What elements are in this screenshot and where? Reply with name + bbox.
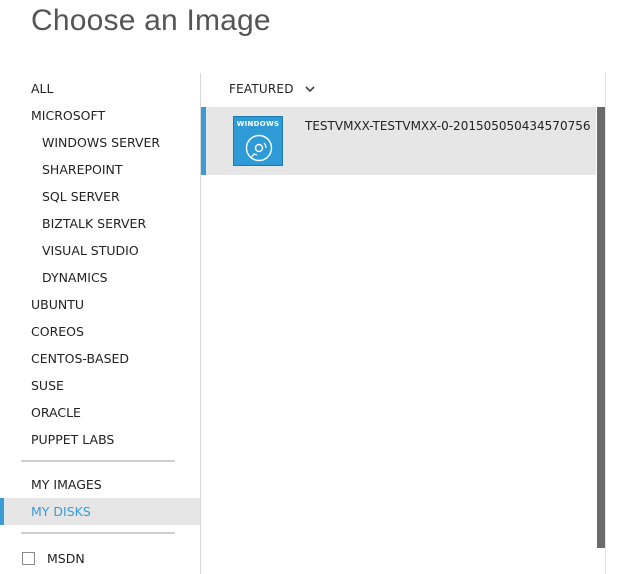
sidebar-divider <box>21 460 175 462</box>
sidebar-item-visual-studio[interactable]: VISUAL STUDIO <box>0 237 200 264</box>
sidebar-divider <box>21 532 175 534</box>
sidebar-item-ubuntu[interactable]: UBUNTU <box>0 291 200 318</box>
sidebar-item-biztalk-server[interactable]: BIZTALK SERVER <box>0 210 200 237</box>
scrollbar[interactable] <box>597 107 605 548</box>
page-title: Choose an Image <box>31 4 271 37</box>
sidebar-item-suse[interactable]: SUSE <box>0 372 200 399</box>
sidebar-item-my-disks[interactable]: MY DISKS <box>0 498 200 525</box>
sidebar-item-puppet-labs[interactable]: PUPPET LABS <box>0 426 200 453</box>
sidebar-item-sql-server[interactable]: SQL SERVER <box>0 183 200 210</box>
tile-label: WINDOWS <box>236 120 280 128</box>
featured-filter-dropdown[interactable]: FEATURED <box>229 79 316 99</box>
msdn-checkbox[interactable] <box>22 551 35 565</box>
sidebar-item-all[interactable]: ALL <box>0 75 200 102</box>
chevron-down-icon <box>305 86 315 93</box>
selection-indicator <box>201 107 206 175</box>
sidebar-item-my-images[interactable]: MY IMAGES <box>0 471 200 498</box>
msdn-label: MSDN <box>47 550 85 566</box>
panel-edge <box>605 73 606 574</box>
msdn-filter[interactable]: MSDN <box>22 548 85 568</box>
sidebar-item-microsoft[interactable]: MICROSOFT <box>0 102 200 129</box>
filter-label: FEATURED <box>229 82 294 96</box>
disc-icon <box>245 134 273 162</box>
image-list-item[interactable]: WINDOWS TESTVMXX-TESTVMXX-0-201505050434… <box>201 107 596 175</box>
category-sidebar: ALL MICROSOFT WINDOWS SERVER SHAREPOINT … <box>0 75 200 574</box>
image-name: TESTVMXX-TESTVMXX-0-201505050434570756 <box>305 119 591 133</box>
sidebar-item-dynamics[interactable]: DYNAMICS <box>0 264 200 291</box>
windows-image-tile: WINDOWS <box>233 116 283 166</box>
sidebar-item-windows-server[interactable]: WINDOWS SERVER <box>0 129 200 156</box>
sidebar-item-coreos[interactable]: COREOS <box>0 318 200 345</box>
sidebar-item-sharepoint[interactable]: SHAREPOINT <box>0 156 200 183</box>
sidebar-item-oracle[interactable]: ORACLE <box>0 399 200 426</box>
sidebar-item-centos-based[interactable]: CENTOS-BASED <box>0 345 200 372</box>
